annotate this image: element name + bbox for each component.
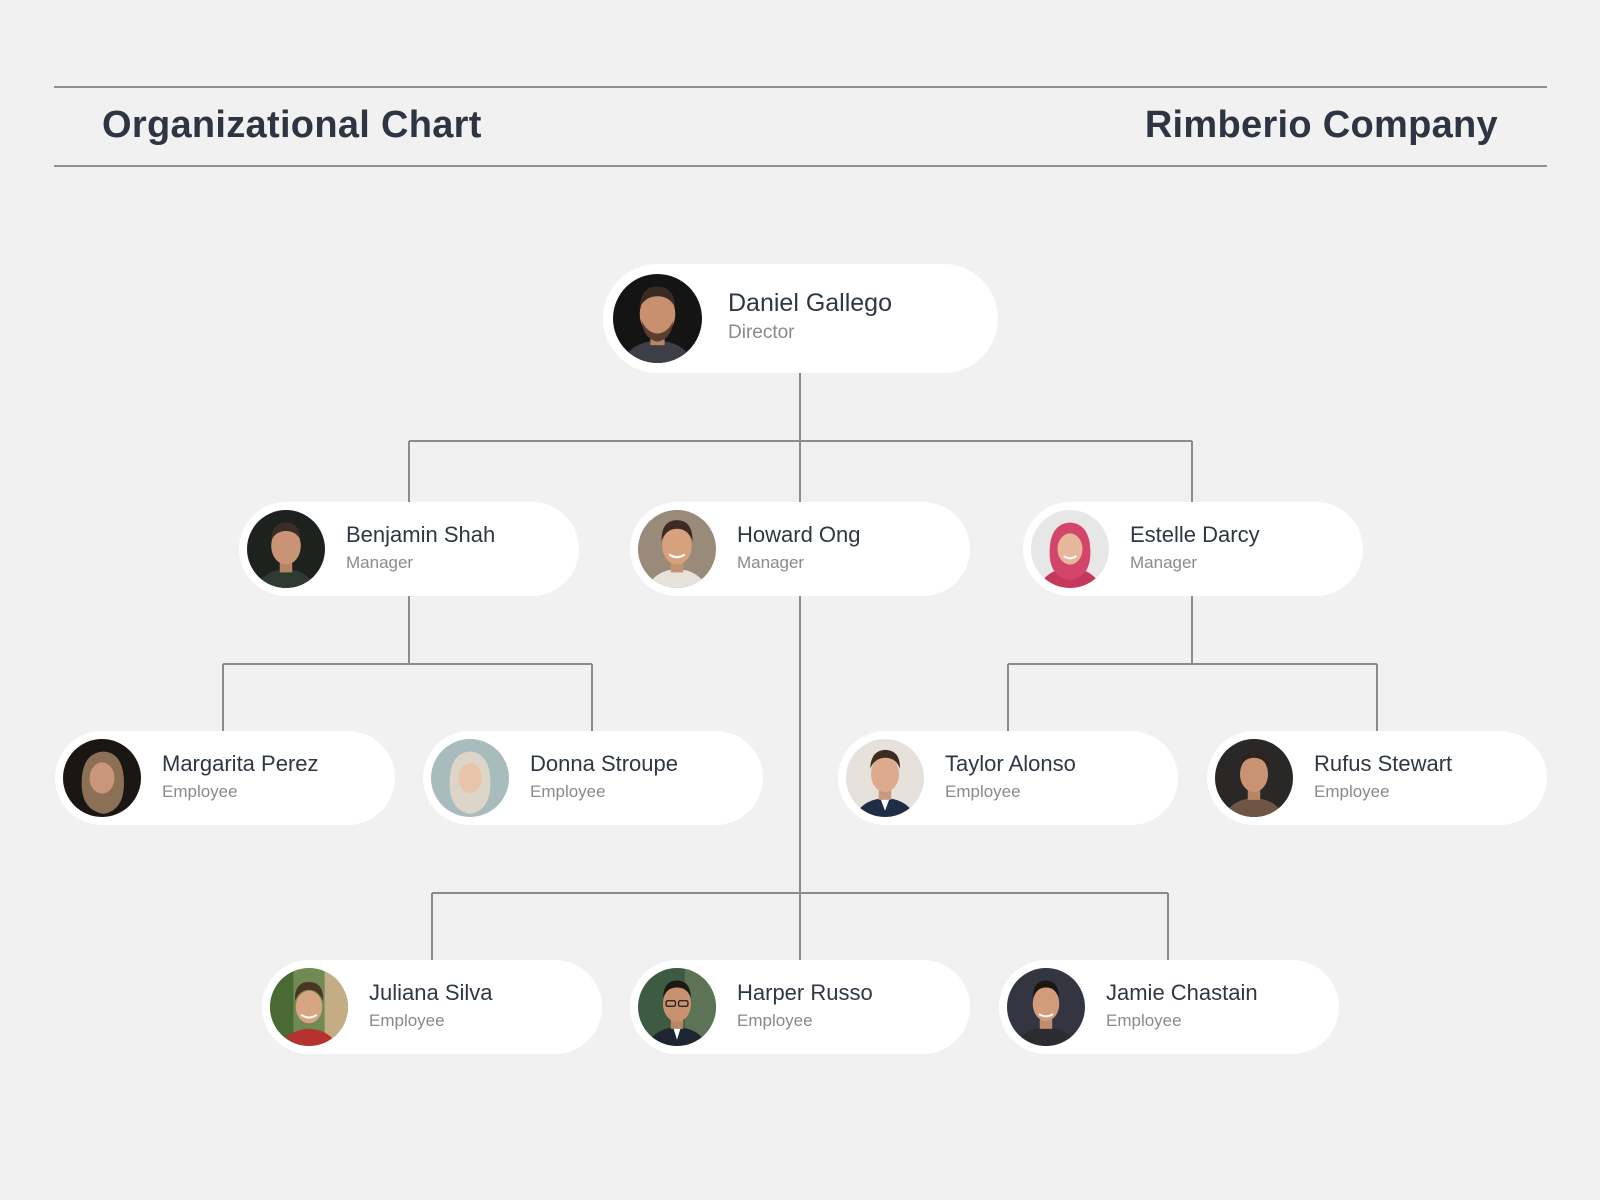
- person-role: Employee: [369, 1011, 445, 1030]
- avatar: [638, 510, 716, 588]
- person-role: Director: [728, 322, 795, 343]
- person-photo-icon: [247, 510, 325, 588]
- person-photo-icon: [1007, 968, 1085, 1046]
- person-role: Employee: [530, 782, 606, 801]
- person-name: Estelle Darcy: [1130, 522, 1260, 547]
- person-name: Juliana Silva: [369, 980, 493, 1005]
- person-name: Taylor Alonso: [945, 751, 1076, 776]
- connector-estelle-to-employees: [1007, 596, 1378, 731]
- person-card-taylor-alonso[interactable]: Taylor Alonso Employee: [838, 731, 1178, 825]
- person-role: Manager: [346, 553, 414, 572]
- person-photo-icon: [431, 739, 509, 817]
- avatar: [431, 739, 509, 817]
- person-role: Employee: [945, 782, 1021, 801]
- person-name: Jamie Chastain: [1106, 980, 1258, 1005]
- person-name: Benjamin Shah: [346, 522, 496, 547]
- person-role: Employee: [162, 782, 238, 801]
- person-name: Margarita Perez: [162, 751, 319, 776]
- person-role: Employee: [1106, 1011, 1182, 1030]
- person-name: Howard Ong: [737, 522, 861, 547]
- avatar: [638, 968, 716, 1046]
- person-photo-icon: [63, 739, 141, 817]
- person-photo-icon: [1031, 510, 1109, 588]
- avatar: [1031, 510, 1109, 588]
- person-photo-icon: [638, 968, 716, 1046]
- person-card-howard-ong[interactable]: Howard Ong Manager: [630, 502, 970, 596]
- person-name: Harper Russo: [737, 980, 873, 1005]
- person-name: Daniel Gallego: [728, 289, 892, 317]
- avatar: [613, 274, 702, 363]
- person-card-benjamin-shah[interactable]: Benjamin Shah Manager: [239, 502, 579, 596]
- person-card-margarita-perez[interactable]: Margarita Perez Employee: [55, 731, 395, 825]
- connector-benjamin-to-employees: [222, 596, 593, 731]
- person-name: Rufus Stewart: [1314, 751, 1453, 776]
- person-role: Employee: [1314, 782, 1390, 801]
- avatar: [846, 739, 924, 817]
- person-name: Donna Stroupe: [530, 751, 678, 776]
- avatar: [247, 510, 325, 588]
- person-card-rufus-stewart[interactable]: Rufus Stewart Employee: [1207, 731, 1547, 825]
- person-card-director[interactable]: Daniel Gallego Director: [603, 264, 998, 373]
- person-card-juliana-silva[interactable]: Juliana Silva Employee: [262, 960, 602, 1054]
- avatar: [270, 968, 348, 1046]
- person-role: Manager: [1130, 553, 1198, 572]
- avatar: [63, 739, 141, 817]
- person-role: Manager: [737, 553, 805, 572]
- person-photo-icon: [613, 274, 702, 363]
- person-role: Employee: [737, 1011, 813, 1030]
- person-photo-icon: [270, 968, 348, 1046]
- person-photo-icon: [638, 510, 716, 588]
- person-card-estelle-darcy[interactable]: Estelle Darcy Manager: [1023, 502, 1363, 596]
- avatar: [1215, 739, 1293, 817]
- person-card-harper-russo[interactable]: Harper Russo Employee: [630, 960, 970, 1054]
- connector-director-to-managers: [408, 373, 1193, 502]
- avatar: [1007, 968, 1085, 1046]
- person-photo-icon: [846, 739, 924, 817]
- person-card-jamie-chastain[interactable]: Jamie Chastain Employee: [999, 960, 1339, 1054]
- person-card-donna-stroupe[interactable]: Donna Stroupe Employee: [423, 731, 763, 825]
- person-photo-icon: [1215, 739, 1293, 817]
